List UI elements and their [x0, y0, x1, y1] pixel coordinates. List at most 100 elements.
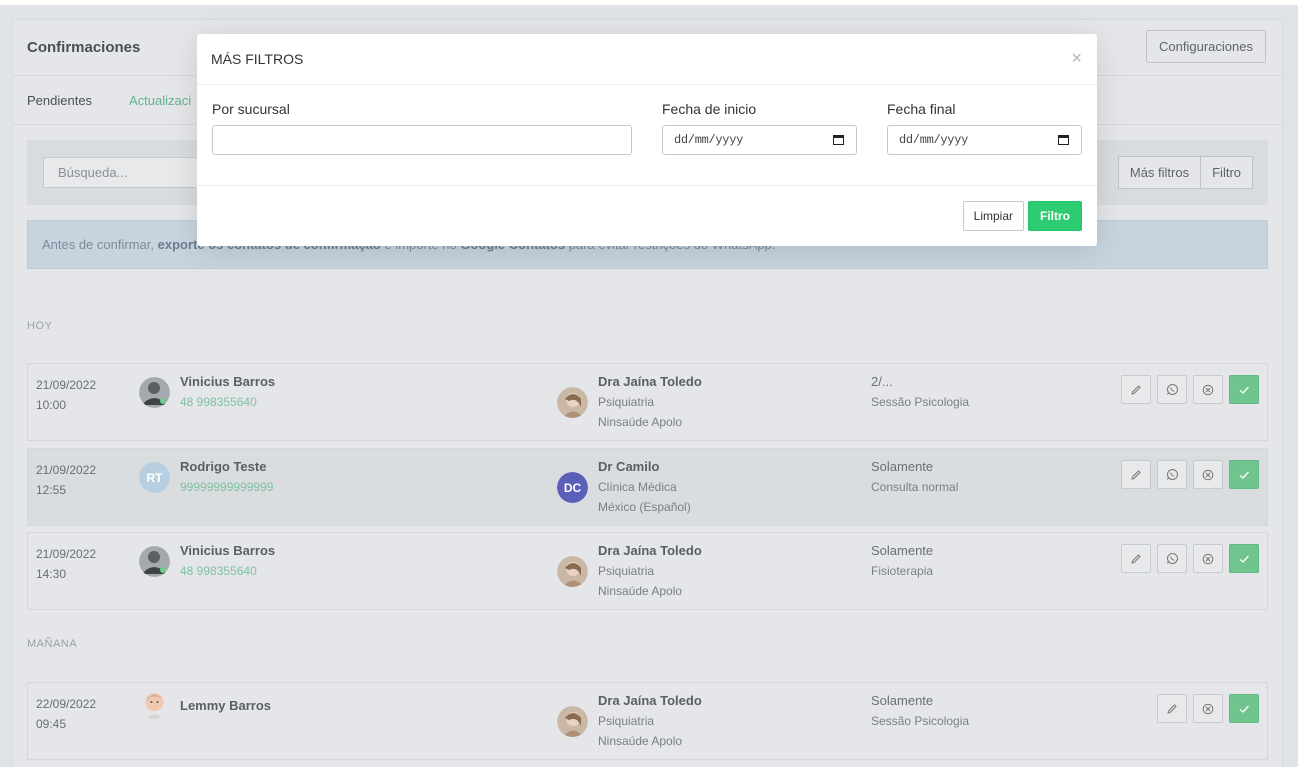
appointment-row: 22/09/2022 09:45 Lemmy Barros Dra Jaína …	[27, 682, 1268, 760]
cancel-button[interactable]	[1193, 375, 1223, 404]
appointment-time: 10:00	[36, 398, 67, 412]
appointment-time: 12:55	[36, 483, 67, 497]
page-background: Confirmaciones Configuraciones Pendiente…	[0, 0, 1298, 767]
edit-button[interactable]	[1121, 460, 1151, 489]
patient-name[interactable]: Vinicius Barros	[180, 374, 275, 389]
doctor-specialty: Psiquiatria	[598, 564, 655, 578]
filter-button-group: Más filtros Filtro	[1117, 156, 1253, 189]
doctor-name: Dra Jaína Toledo	[598, 374, 702, 389]
session-title: Solamente	[871, 543, 934, 558]
session-title: 2/...	[871, 374, 893, 389]
confirm-button[interactable]	[1229, 460, 1259, 489]
doctor-location: Ninsaúde Apolo	[598, 734, 683, 748]
cancel-circle-icon	[1202, 553, 1214, 564]
appointment-time: 09:45	[36, 717, 67, 731]
doctor-avatar	[557, 706, 588, 737]
patient-name[interactable]: Vinicius Barros	[180, 543, 275, 558]
doctor-initials: DC	[557, 472, 588, 503]
modal-header: MÁS FILTROS ×	[197, 34, 1097, 85]
session-type: Fisioterapia	[871, 564, 934, 578]
cancel-circle-icon	[1202, 703, 1214, 714]
session-type: Sessão Psicologia	[871, 395, 970, 409]
branch-label: Por sucursal	[212, 101, 290, 117]
edit-button[interactable]	[1121, 375, 1151, 404]
row-actions	[1121, 375, 1259, 404]
calendar-icon[interactable]	[1058, 134, 1069, 145]
modal-footer: Limpiar Filtro	[197, 185, 1097, 246]
tab-actualizaciones[interactable]: Actualizaci	[129, 93, 191, 108]
appointment-datetime: 22/09/2022 09:45	[36, 694, 96, 734]
patient-avatar	[139, 377, 170, 408]
top-strip	[0, 0, 1298, 5]
confirm-button[interactable]	[1229, 375, 1259, 404]
cancel-button[interactable]	[1193, 544, 1223, 573]
appointment-datetime: 21/09/2022 14:30	[36, 544, 96, 584]
appointment-row: 21/09/2022 14:30 Vinicius Barros 48 9983…	[27, 532, 1268, 610]
patient-avatar	[139, 688, 170, 719]
doctor-name: Dra Jaína Toledo	[598, 543, 702, 558]
whatsapp-button[interactable]	[1157, 375, 1187, 404]
clear-button[interactable]: Limpiar	[962, 201, 1024, 231]
doctor-name: Dra Jaína Toledo	[598, 693, 702, 708]
session-title: Solamente	[871, 693, 934, 708]
patient-name[interactable]: Rodrigo Teste	[180, 459, 266, 474]
more-filters-button[interactable]: Más filtros	[1117, 156, 1202, 189]
appointment-datetime: 21/09/2022 12:55	[36, 460, 96, 500]
cancel-button[interactable]	[1193, 694, 1223, 723]
session-title: Solamente	[871, 459, 934, 474]
session-type: Consulta normal	[871, 480, 959, 494]
pencil-icon	[1167, 703, 1177, 714]
patient-phone[interactable]: 99999999999999	[180, 480, 273, 494]
branch-input[interactable]	[212, 125, 632, 155]
doctor-specialty: Psiquiatria	[598, 714, 655, 728]
check-icon	[1239, 386, 1249, 394]
session-type: Sessão Psicologia	[871, 714, 970, 728]
cancel-circle-icon	[1202, 469, 1214, 480]
whatsapp-icon	[1166, 553, 1178, 564]
patient-phone[interactable]: 48 998355640	[180, 395, 257, 409]
edit-button[interactable]	[1121, 544, 1151, 573]
patient-avatar	[139, 546, 170, 577]
apply-filter-button[interactable]: Filtro	[1028, 201, 1082, 231]
configuraciones-button[interactable]: Configuraciones	[1146, 30, 1266, 63]
patient-phone[interactable]: 48 998355640	[180, 564, 257, 578]
end-date-label: Fecha final	[887, 101, 956, 117]
whatsapp-icon	[1166, 384, 1178, 395]
start-date-input[interactable]: dd/mm/yyyy	[662, 125, 857, 155]
confirm-button[interactable]	[1229, 544, 1259, 573]
check-icon	[1239, 471, 1249, 479]
close-icon[interactable]: ×	[1071, 48, 1082, 68]
edit-button[interactable]	[1157, 694, 1187, 723]
end-date-input[interactable]: dd/mm/yyyy	[887, 125, 1082, 155]
appointment-datetime: 21/09/2022 10:00	[36, 375, 96, 415]
doctor-name: Dr Camilo	[598, 459, 660, 474]
doctor-location: Ninsaúde Apolo	[598, 584, 683, 598]
section-label-tomorrow: MAÑANA	[27, 638, 78, 650]
start-date-value: dd/mm/yyyy	[674, 133, 744, 147]
calendar-icon[interactable]	[833, 134, 844, 145]
row-actions	[1121, 544, 1259, 573]
row-actions	[1121, 460, 1259, 489]
tab-pendientes[interactable]: Pendientes	[27, 93, 92, 108]
confirm-button[interactable]	[1229, 694, 1259, 723]
appointment-date: 21/09/2022	[36, 463, 97, 477]
whatsapp-button[interactable]	[1157, 460, 1187, 489]
doctor-location: Ninsaúde Apolo	[598, 415, 683, 429]
appointment-date: 21/09/2022	[36, 547, 97, 561]
patient-name[interactable]: Lemmy Barros	[180, 698, 271, 713]
cancel-button[interactable]	[1193, 460, 1223, 489]
doctor-avatar: DC	[557, 472, 588, 503]
end-date-value: dd/mm/yyyy	[899, 133, 969, 147]
alert-prefix: Antes de confirmar,	[42, 237, 158, 252]
appointment-row: 21/09/2022 10:00 Vinicius Barros 48 9983…	[27, 363, 1268, 441]
filter-button[interactable]: Filtro	[1201, 156, 1253, 189]
doctor-avatar	[557, 387, 588, 418]
whatsapp-button[interactable]	[1157, 544, 1187, 573]
pencil-icon	[1131, 553, 1141, 564]
patient-avatar: RT	[139, 462, 170, 493]
modal-title: MÁS FILTROS	[211, 51, 304, 67]
appointment-time: 14:30	[36, 567, 67, 581]
section-label-today: HOY	[27, 320, 53, 332]
start-date-label: Fecha de inicio	[662, 101, 757, 117]
check-icon	[1239, 555, 1249, 563]
